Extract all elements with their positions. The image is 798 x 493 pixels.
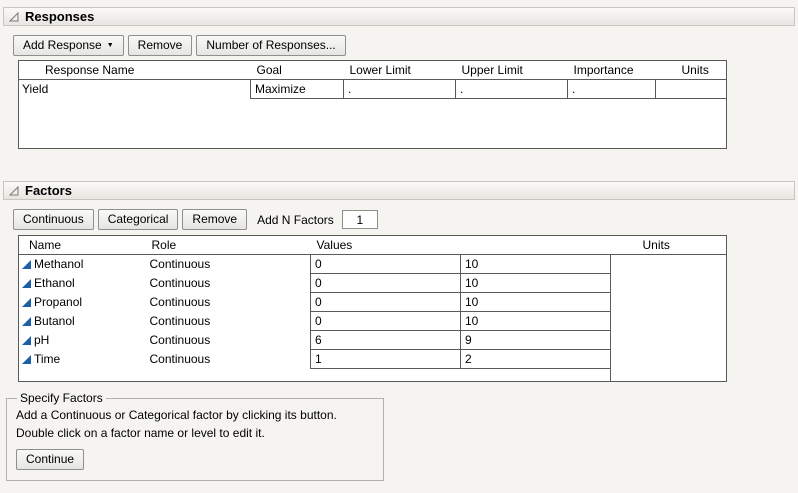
col-goal: Goal xyxy=(251,61,344,80)
factor-role-cell[interactable]: Continuous xyxy=(146,331,311,350)
col-upper-limit: Upper Limit xyxy=(456,61,568,80)
response-upper-limit-cell[interactable]: . xyxy=(456,80,568,99)
add-response-button[interactable]: Add Response ▼ xyxy=(13,35,124,56)
disclosure-triangle-icon[interactable] xyxy=(9,186,19,196)
specify-factors-group: Specify Factors Add a Continuous or Cate… xyxy=(6,391,384,481)
factor-name-cell[interactable]: Butanol xyxy=(19,312,146,331)
factors-panel-header[interactable]: Factors xyxy=(3,181,795,200)
factor-name-label: Propanol xyxy=(34,295,82,309)
factor-name-cell[interactable]: pH xyxy=(19,331,146,350)
col-units: Units xyxy=(656,61,727,80)
specify-instruction-line1: Add a Continuous or Categorical factor b… xyxy=(16,406,374,424)
col-role: Role xyxy=(146,236,311,255)
factor-name-cell[interactable]: Propanol xyxy=(19,293,146,312)
factor-name-label: Methanol xyxy=(34,257,83,271)
responses-empty-area xyxy=(19,99,727,149)
factors-table: Name Role Values Units Methanol Continuo… xyxy=(18,235,727,382)
factor-value-high-cell[interactable]: 10 xyxy=(461,274,611,293)
factor-name-label: pH xyxy=(34,333,49,347)
remove-response-button[interactable]: Remove xyxy=(128,35,193,56)
col-name: Name xyxy=(19,236,146,255)
specify-instruction-line2: Double click on a factor name or level t… xyxy=(16,424,374,442)
continuous-factor-icon xyxy=(22,260,31,269)
continuous-factor-icon xyxy=(22,279,31,288)
factor-role-cell[interactable]: Continuous xyxy=(146,274,311,293)
factor-name-cell[interactable]: Time xyxy=(19,350,146,369)
factor-value-low-cell[interactable]: 0 xyxy=(311,255,461,274)
responses-header-row: Response Name Goal Lower Limit Upper Lim… xyxy=(19,61,727,80)
factor-value-low-cell[interactable]: 0 xyxy=(311,293,461,312)
continuous-factor-icon xyxy=(22,355,31,364)
factor-units-cell[interactable] xyxy=(611,274,727,293)
factor-name-label: Ethanol xyxy=(34,276,75,290)
factor-row: Propanol Continuous 0 10 xyxy=(19,293,727,312)
col-response-name: Response Name xyxy=(19,61,251,80)
factor-units-cell[interactable] xyxy=(611,293,727,312)
factor-value-high-cell[interactable]: 10 xyxy=(461,255,611,274)
continuous-factor-icon xyxy=(22,317,31,326)
responses-title: Responses xyxy=(25,9,94,24)
factor-value-low-cell[interactable]: 0 xyxy=(311,312,461,331)
factor-value-high-cell[interactable]: 10 xyxy=(461,293,611,312)
factor-value-low-cell[interactable]: 0 xyxy=(311,274,461,293)
factor-role-cell[interactable]: Continuous xyxy=(146,350,311,369)
categorical-button[interactable]: Categorical xyxy=(98,209,179,230)
response-row: Yield Maximize . . . xyxy=(19,80,727,99)
factor-row: Methanol Continuous 0 10 xyxy=(19,255,727,274)
factors-toolbar: Continuous Categorical Remove Add N Fact… xyxy=(13,209,798,230)
factor-value-high-cell[interactable]: 10 xyxy=(461,312,611,331)
factor-row: pH Continuous 6 9 xyxy=(19,331,727,350)
response-lower-limit-cell[interactable]: . xyxy=(344,80,456,99)
factor-units-cell[interactable] xyxy=(611,255,727,274)
factor-name-cell[interactable]: Ethanol xyxy=(19,274,146,293)
factor-units-cell[interactable] xyxy=(611,312,727,331)
col-values: Values xyxy=(311,236,461,255)
dropdown-arrow-icon: ▼ xyxy=(107,42,114,49)
factors-header-row: Name Role Values Units xyxy=(19,236,727,255)
factor-row: Time Continuous 1 2 xyxy=(19,350,727,369)
col-lower-limit: Lower Limit xyxy=(344,61,456,80)
continuous-factor-icon xyxy=(22,336,31,345)
factor-value-low-cell[interactable]: 6 xyxy=(311,331,461,350)
factor-name-label: Butanol xyxy=(34,314,75,328)
add-n-factors-input[interactable] xyxy=(342,210,378,229)
add-response-label: Add Response xyxy=(23,38,102,52)
responses-panel-header[interactable]: Responses xyxy=(3,7,795,26)
col-importance: Importance xyxy=(568,61,656,80)
factor-role-cell[interactable]: Continuous xyxy=(146,312,311,331)
response-goal-cell[interactable]: Maximize xyxy=(251,80,344,99)
factor-role-cell[interactable]: Continuous xyxy=(146,293,311,312)
response-name-cell[interactable]: Yield xyxy=(19,80,251,99)
continuous-button[interactable]: Continuous xyxy=(13,209,94,230)
factor-name-cell[interactable]: Methanol xyxy=(19,255,146,274)
number-of-responses-button[interactable]: Number of Responses... xyxy=(196,35,345,56)
continue-button[interactable]: Continue xyxy=(16,449,84,470)
response-units-cell[interactable] xyxy=(656,80,727,99)
factor-row: Butanol Continuous 0 10 xyxy=(19,312,727,331)
response-importance-cell[interactable]: . xyxy=(568,80,656,99)
responses-table: Response Name Goal Lower Limit Upper Lim… xyxy=(18,60,727,149)
factor-units-cell[interactable] xyxy=(611,331,727,350)
add-n-factors-label: Add N Factors xyxy=(257,213,334,227)
responses-toolbar: Add Response ▼ Remove Number of Response… xyxy=(13,35,798,56)
factor-role-cell[interactable]: Continuous xyxy=(146,255,311,274)
specify-factors-legend: Specify Factors xyxy=(17,391,106,405)
factors-title: Factors xyxy=(25,183,72,198)
continuous-factor-icon xyxy=(22,298,31,307)
factor-value-high-cell[interactable]: 9 xyxy=(461,331,611,350)
factor-name-label: Time xyxy=(34,352,60,366)
factor-value-high-cell[interactable]: 2 xyxy=(461,350,611,369)
factors-empty-area xyxy=(19,369,727,382)
factor-row: Ethanol Continuous 0 10 xyxy=(19,274,727,293)
factor-value-low-cell[interactable]: 1 xyxy=(311,350,461,369)
col-units: Units xyxy=(611,236,727,255)
col-values-spacer xyxy=(461,236,611,255)
factor-units-cell[interactable] xyxy=(611,350,727,369)
remove-factor-button[interactable]: Remove xyxy=(182,209,247,230)
disclosure-triangle-icon[interactable] xyxy=(9,12,19,22)
